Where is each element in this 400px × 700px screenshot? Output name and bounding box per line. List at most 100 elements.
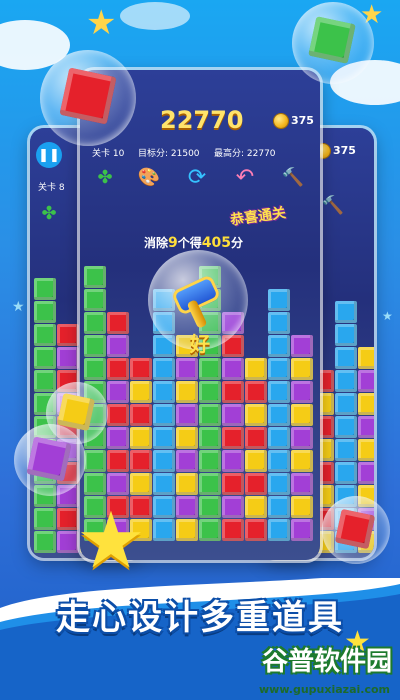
gem-block[interactable]: [291, 519, 313, 541]
gem-block[interactable]: [222, 404, 244, 426]
gem-block[interactable]: [335, 439, 357, 461]
gem-block[interactable]: [222, 473, 244, 495]
gem-block[interactable]: [268, 519, 290, 541]
gem-block[interactable]: [199, 427, 221, 449]
gem-block[interactable]: [34, 347, 56, 369]
gem-block[interactable]: [153, 519, 175, 541]
gem-block[interactable]: [199, 519, 221, 541]
gem-block[interactable]: [268, 496, 290, 518]
gem-block[interactable]: [107, 312, 129, 334]
clover-icon[interactable]: ✤: [36, 200, 62, 226]
gem-block[interactable]: [335, 393, 357, 415]
gem-block[interactable]: [153, 496, 175, 518]
gem-block[interactable]: [176, 427, 198, 449]
gem-block[interactable]: [245, 473, 267, 495]
clover-icon[interactable]: ✤: [92, 164, 118, 190]
refresh-icon[interactable]: ⟳: [184, 164, 210, 190]
gem-block[interactable]: [176, 381, 198, 403]
gem-block[interactable]: [291, 450, 313, 472]
gem-block[interactable]: [222, 381, 244, 403]
gem-block[interactable]: [57, 324, 79, 346]
gem-block[interactable]: [153, 450, 175, 472]
gem-block[interactable]: [245, 404, 267, 426]
gem-block[interactable]: [268, 289, 290, 311]
gem-block[interactable]: [153, 381, 175, 403]
gem-block[interactable]: [245, 358, 267, 380]
gem-block[interactable]: [176, 519, 198, 541]
gem-block[interactable]: [34, 370, 56, 392]
pause-button[interactable]: ❚❚: [36, 142, 62, 168]
gem-block[interactable]: [291, 496, 313, 518]
gem-block[interactable]: [222, 519, 244, 541]
gem-block[interactable]: [199, 404, 221, 426]
gem-block[interactable]: [268, 335, 290, 357]
gem-block[interactable]: [222, 427, 244, 449]
gem-block[interactable]: [291, 358, 313, 380]
gem-block[interactable]: [268, 473, 290, 495]
hammer-icon[interactable]: 🔨: [320, 192, 346, 218]
gem-block[interactable]: [107, 404, 129, 426]
gem-block[interactable]: [268, 312, 290, 334]
gem-block[interactable]: [268, 404, 290, 426]
gem-block[interactable]: [199, 473, 221, 495]
gem-block[interactable]: [34, 301, 56, 323]
gem-block[interactable]: [358, 439, 374, 461]
gem-block[interactable]: [153, 427, 175, 449]
gem-block[interactable]: [153, 358, 175, 380]
gem-block[interactable]: [245, 519, 267, 541]
gem-block[interactable]: [199, 381, 221, 403]
gem-block[interactable]: [107, 473, 129, 495]
gem-block[interactable]: [245, 427, 267, 449]
gem-block[interactable]: [107, 427, 129, 449]
gem-block[interactable]: [34, 278, 56, 300]
gem-block[interactable]: [34, 531, 56, 553]
gem-block[interactable]: [176, 450, 198, 472]
gem-block[interactable]: [199, 358, 221, 380]
gem-block[interactable]: [107, 450, 129, 472]
gem-block[interactable]: [153, 404, 175, 426]
gem-block[interactable]: [335, 324, 357, 346]
gem-block[interactable]: [84, 266, 106, 288]
gem-block[interactable]: [176, 358, 198, 380]
gem-block[interactable]: [245, 496, 267, 518]
gem-block[interactable]: [222, 496, 244, 518]
gem-block[interactable]: [84, 312, 106, 334]
gem-block[interactable]: [57, 347, 79, 369]
gem-block[interactable]: [130, 381, 152, 403]
gem-block[interactable]: [130, 450, 152, 472]
undo-icon[interactable]: ↶: [232, 164, 258, 190]
gem-block[interactable]: [268, 381, 290, 403]
gem-block[interactable]: [335, 301, 357, 323]
gem-block[interactable]: [268, 450, 290, 472]
gem-block[interactable]: [84, 289, 106, 311]
gem-block[interactable]: [245, 381, 267, 403]
gem-block[interactable]: [335, 416, 357, 438]
gem-block[interactable]: [107, 381, 129, 403]
gem-block[interactable]: [358, 370, 374, 392]
hammer-icon[interactable]: 🔨: [280, 164, 306, 190]
gem-block[interactable]: [358, 462, 374, 484]
gem-block[interactable]: [358, 347, 374, 369]
gem-block[interactable]: [130, 427, 152, 449]
gem-block[interactable]: [84, 450, 106, 472]
palette-icon[interactable]: 🎨: [136, 164, 162, 190]
gem-block[interactable]: [199, 450, 221, 472]
gem-block[interactable]: [335, 462, 357, 484]
gem-block[interactable]: [291, 381, 313, 403]
gem-block[interactable]: [176, 496, 198, 518]
gem-block[interactable]: [130, 358, 152, 380]
gem-block[interactable]: [107, 358, 129, 380]
gem-block[interactable]: [335, 370, 357, 392]
gem-block[interactable]: [199, 496, 221, 518]
gem-block[interactable]: [268, 427, 290, 449]
gem-block[interactable]: [358, 393, 374, 415]
gem-block[interactable]: [130, 404, 152, 426]
gem-block[interactable]: [358, 416, 374, 438]
gem-block[interactable]: [222, 358, 244, 380]
gem-block[interactable]: [291, 427, 313, 449]
gem-block[interactable]: [107, 335, 129, 357]
gem-block[interactable]: [34, 324, 56, 346]
gem-block[interactable]: [34, 508, 56, 530]
gem-block[interactable]: [268, 358, 290, 380]
gem-block[interactable]: [291, 404, 313, 426]
